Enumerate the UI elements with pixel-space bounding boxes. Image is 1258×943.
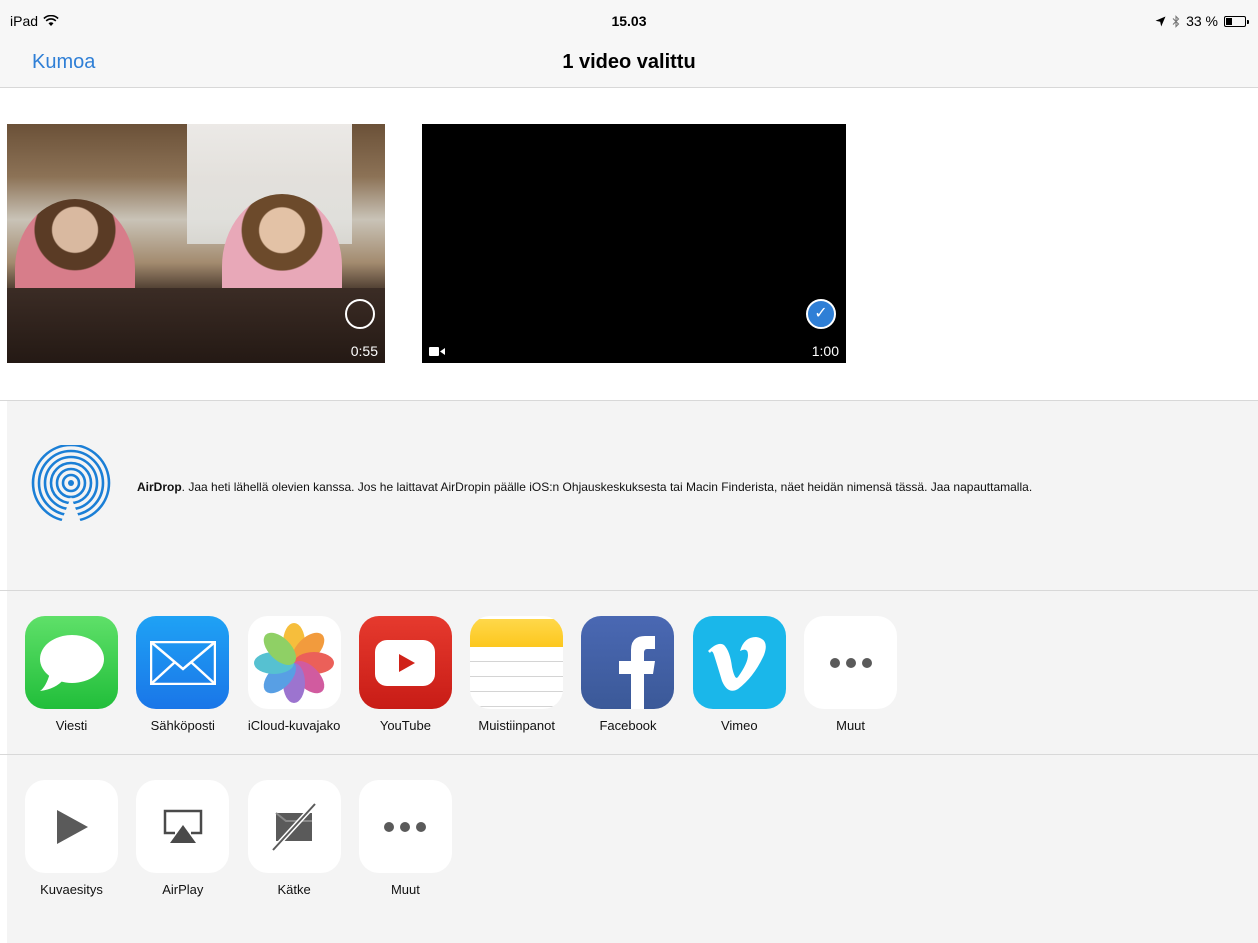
divider: [0, 754, 1258, 755]
navigation-bar: Kumoa 1 video valittu: [0, 40, 1258, 88]
notes-line: [470, 675, 564, 677]
unselected-circle-icon[interactable]: [345, 299, 375, 329]
vimeo-icon[interactable]: [692, 616, 786, 709]
video-duration: 0:55: [350, 343, 378, 359]
share-apps-row: Viesti Sähköposti iCloud-kuvajako YouTub…: [25, 616, 915, 733]
video-camera-icon: [429, 347, 445, 356]
app-label: Muistiinpanot: [478, 718, 555, 733]
notes-line: [470, 705, 564, 707]
share-app-icloud-kuvajako[interactable]: iCloud-kuvajako: [247, 616, 359, 733]
airdrop-body: . Jaa heti lähellä olevien kanssa. Jos h…: [181, 480, 1033, 494]
hide-icon[interactable]: [247, 780, 341, 873]
share-app-muistiinpanot[interactable]: Muistiinpanot: [470, 616, 581, 733]
play-icon[interactable]: [25, 780, 118, 873]
share-app-facebook[interactable]: Facebook: [581, 616, 692, 733]
app-label: Viesti: [55, 718, 88, 733]
more-icon[interactable]: [804, 616, 898, 709]
photos-icon[interactable]: [247, 616, 341, 709]
notes-header: [470, 618, 564, 647]
share-app-sahkoposti[interactable]: Sähköposti: [136, 616, 247, 733]
youtube-icon[interactable]: [358, 616, 452, 709]
action-label: AirPlay: [162, 882, 204, 897]
status-right: 33 %: [1155, 13, 1249, 29]
share-app-vimeo[interactable]: Vimeo: [692, 616, 804, 733]
action-muut[interactable]: Muut: [358, 780, 470, 897]
airdrop-description: AirDrop. Jaa heti lähellä olevien kanssa…: [137, 480, 1032, 494]
more-icon[interactable]: [358, 780, 452, 873]
app-label: Facebook: [599, 718, 657, 733]
checkmark-icon[interactable]: ✓: [806, 299, 836, 329]
airdrop-icon[interactable]: [30, 445, 112, 525]
app-label: Sähköposti: [150, 718, 215, 733]
divider: [0, 400, 1258, 401]
app-label: iCloud-kuvajako: [247, 718, 341, 733]
action-kuvaesitys[interactable]: Kuvaesitys: [25, 780, 136, 897]
share-app-muut[interactable]: Muut: [804, 616, 915, 733]
video-duration: 1:00: [811, 343, 839, 359]
location-icon: [1155, 16, 1166, 26]
video-thumbnail-1[interactable]: 0:55: [7, 124, 385, 363]
status-bar: iPad 15.03 33 %: [0, 0, 1258, 40]
airdrop-title: AirDrop: [137, 480, 182, 494]
action-katke[interactable]: Kätke: [247, 780, 359, 897]
thumbnail-chairs: [7, 288, 385, 363]
facebook-icon[interactable]: [581, 616, 675, 709]
app-label: Muut: [836, 718, 866, 733]
action-label: Muut: [390, 882, 420, 897]
app-label: YouTube: [379, 718, 431, 733]
divider: [0, 590, 1258, 591]
share-app-youtube[interactable]: YouTube: [358, 616, 470, 733]
battery-icon: [1224, 15, 1249, 27]
action-label: Kätke: [277, 882, 311, 897]
app-label: Vimeo: [720, 718, 758, 733]
share-app-viesti[interactable]: Viesti: [25, 616, 136, 733]
video-thumbnail-2[interactable]: ✓ 1:00: [422, 124, 846, 363]
action-airplay[interactable]: AirPlay: [136, 780, 247, 897]
notes-icon[interactable]: [470, 616, 564, 709]
messages-icon[interactable]: [25, 616, 118, 709]
bluetooth-icon: [1172, 14, 1180, 28]
status-time: 15.03: [611, 13, 647, 29]
battery-percent: 33 %: [1186, 13, 1218, 29]
notes-line: [470, 660, 564, 662]
action-label: Kuvaesitys: [40, 882, 103, 897]
mail-icon[interactable]: [136, 616, 230, 709]
airplay-icon[interactable]: [136, 780, 230, 873]
notes-line: [470, 690, 564, 692]
page-title: 1 video valittu: [562, 51, 696, 73]
actions-row: Kuvaesitys AirPlay Kätke Muut: [25, 780, 470, 897]
battery-level: [1226, 17, 1232, 25]
